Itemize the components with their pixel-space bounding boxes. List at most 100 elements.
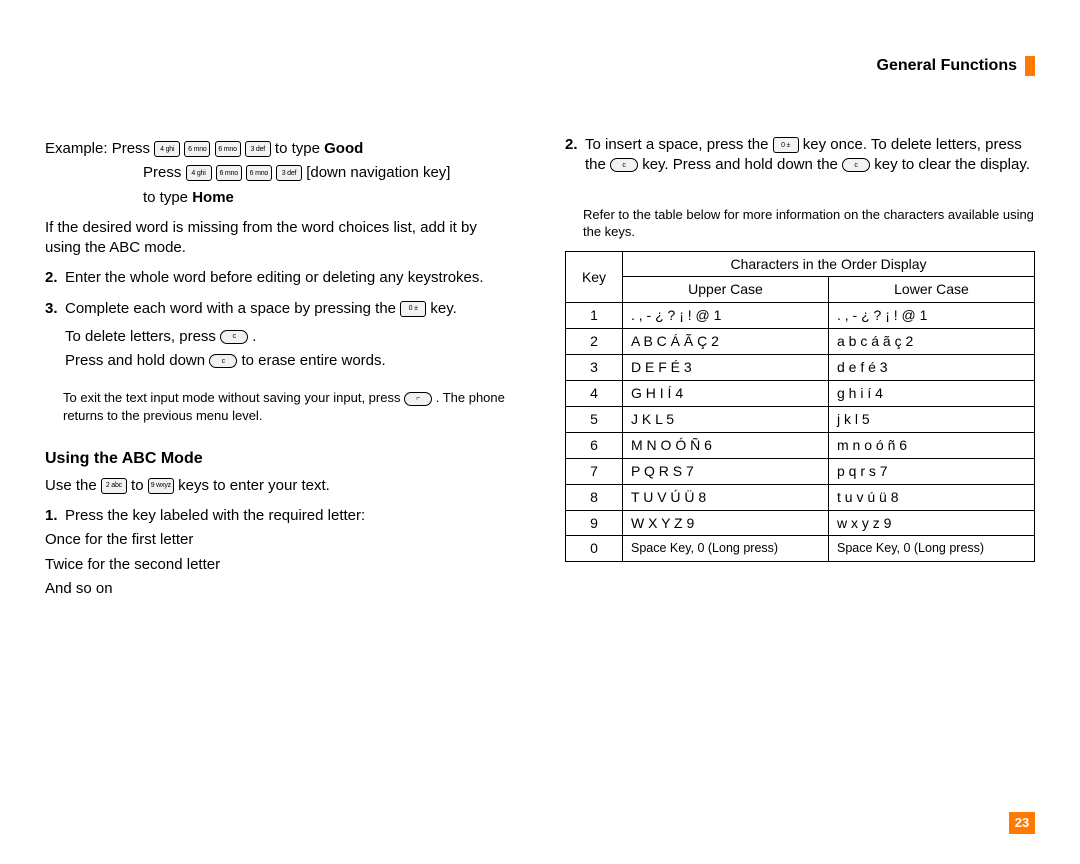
- abc-list-item-1: 1. Press the key labeled with the requir…: [45, 506, 515, 526]
- cell-key: 9: [566, 510, 623, 536]
- table-row: 0Space Key, 0 (Long press)Space Key, 0 (…: [566, 536, 1035, 562]
- erase-words-line: Press and hold down c to erase entire wo…: [65, 351, 515, 371]
- character-table: Key Characters in the Order Display Uppe…: [565, 251, 1035, 563]
- th-lower: Lower Case: [829, 277, 1035, 303]
- cell-key: 1: [566, 303, 623, 329]
- key-6-icon: 6 mno: [216, 165, 242, 181]
- left-column: Example: Press 4 ghi 6 mno 6 mno 3 def t…: [45, 135, 515, 603]
- table-row: 6M N O Ó Ñ 6m n o ó ñ 6: [566, 432, 1035, 458]
- key-2-icon: 2 abc: [101, 478, 127, 494]
- cell-upper: M N O Ó Ñ 6: [623, 432, 829, 458]
- example-line-1: Example: Press 4 ghi 6 mno 6 mno 3 def t…: [45, 139, 515, 159]
- table-body: 1. , - ¿ ? ¡ ! @ 1. , - ¿ ? ¡ ! @ 1 2A B…: [566, 303, 1035, 562]
- cell-key: 5: [566, 406, 623, 432]
- list-item-3: 3. Complete each word with a space by pr…: [45, 299, 515, 319]
- cell-upper: G H I Í 4: [623, 381, 829, 407]
- key-c-icon: c: [209, 354, 237, 368]
- cell-lower: w x y z 9: [829, 510, 1035, 536]
- text: To delete letters, press: [65, 328, 216, 345]
- missing-word-note: If the desired word is missing from the …: [45, 218, 515, 259]
- cell-key: 4: [566, 381, 623, 407]
- item-text: Press the key labeled with the required …: [65, 506, 515, 526]
- key-c-icon: c: [220, 330, 248, 344]
- right-list-item-2: 2. To insert a space, press the 0 ± key …: [565, 135, 1035, 176]
- header-accent-bar: [1025, 56, 1035, 76]
- cell-key: 3: [566, 355, 623, 381]
- item-number: 1.: [45, 506, 65, 526]
- key-4-icon: 4 ghi: [186, 165, 212, 181]
- header-title: General Functions: [877, 55, 1017, 77]
- content-columns: Example: Press 4 ghi 6 mno 6 mno 3 def t…: [45, 135, 1035, 603]
- text: [down navigation key]: [306, 164, 450, 181]
- page-header: General Functions: [877, 55, 1035, 77]
- cell-upper: W X Y Z 9: [623, 510, 829, 536]
- label: Press: [143, 164, 181, 181]
- key-6-icon: 6 mno: [184, 141, 210, 157]
- abc-mode-heading: Using the ABC Mode: [45, 448, 515, 470]
- item-text: To insert a space, press the 0 ± key onc…: [585, 135, 1035, 176]
- text: to type: [275, 140, 320, 157]
- cell-lower: a b c á ã ç 2: [829, 329, 1035, 355]
- example-line-2: Press 4 ghi 6 mno 6 mno 3 def [down navi…: [143, 163, 515, 183]
- key-end-icon: ⌐: [404, 392, 432, 406]
- text: .: [252, 328, 256, 345]
- abc-use-line: Use the 2 abc to 9 wxyz keys to enter yo…: [45, 476, 515, 496]
- th-key: Key: [566, 251, 623, 303]
- text: key.: [430, 300, 456, 317]
- cell-upper: . , - ¿ ? ¡ ! @ 1: [623, 303, 829, 329]
- text: To insert a space, press the: [585, 136, 768, 153]
- key-c-icon: c: [610, 158, 638, 172]
- key-c-icon: c: [842, 158, 870, 172]
- text: To exit the text input mode without savi…: [63, 390, 400, 405]
- cell-key: 0: [566, 536, 623, 562]
- text: Use the: [45, 477, 97, 494]
- text: to erase entire words.: [241, 352, 385, 369]
- item-number: 3.: [45, 299, 65, 319]
- cell-upper: A B C Á Ã Ç 2: [623, 329, 829, 355]
- table-row: 4G H I Í 4g h i í 4: [566, 381, 1035, 407]
- word-home: Home: [192, 189, 234, 206]
- key-6-icon: 6 mno: [246, 165, 272, 181]
- cell-lower: . , - ¿ ? ¡ ! @ 1: [829, 303, 1035, 329]
- key-0-icon: 0 ±: [400, 301, 426, 317]
- page: General Functions Example: Press 4 ghi 6…: [0, 0, 1080, 864]
- item-number: 2.: [45, 268, 65, 288]
- text: key to clear the display.: [874, 156, 1030, 173]
- cell-upper: P Q R S 7: [623, 458, 829, 484]
- key-9-icon: 9 wxyz: [148, 478, 174, 494]
- table-row: 8T U V Ú Ü 8t u v ú ü 8: [566, 484, 1035, 510]
- cell-key: 2: [566, 329, 623, 355]
- item-text: Complete each word with a space by press…: [65, 299, 515, 319]
- cell-lower: m n o ó ñ 6: [829, 432, 1035, 458]
- exit-note: To exit the text input mode without savi…: [45, 389, 515, 424]
- page-number-badge: 23: [1009, 812, 1035, 834]
- text: Press and hold down: [65, 352, 205, 369]
- key-6-icon: 6 mno: [215, 141, 241, 157]
- table-row: 2A B C Á Ã Ç 2a b c á ã ç 2: [566, 329, 1035, 355]
- text: keys to enter your text.: [178, 477, 330, 494]
- key-4-icon: 4 ghi: [154, 141, 180, 157]
- key-3-icon: 3 def: [276, 165, 302, 181]
- item-text: Enter the whole word before editing or d…: [65, 268, 515, 288]
- delete-letters-line: To delete letters, press c .: [65, 327, 515, 347]
- cell-upper: D E F É 3: [623, 355, 829, 381]
- abc-once-line: Once for the first letter: [45, 530, 515, 550]
- text: key. Press and hold down the: [642, 156, 838, 173]
- cell-upper: J K L 5: [623, 406, 829, 432]
- table-row: 3D E F É 3d e f é 3: [566, 355, 1035, 381]
- list-item-2: 2. Enter the whole word before editing o…: [45, 268, 515, 288]
- example-line-3: to type Home: [143, 188, 515, 208]
- item-number: 2.: [565, 135, 585, 176]
- cell-lower: p q r s 7: [829, 458, 1035, 484]
- cell-key: 6: [566, 432, 623, 458]
- text: Complete each word with a space by press…: [65, 300, 396, 317]
- table-row: 5J K L 5j k l 5: [566, 406, 1035, 432]
- table-note: Refer to the table below for more inform…: [583, 206, 1035, 241]
- word-good: Good: [324, 140, 363, 157]
- cell-lower: g h i í 4: [829, 381, 1035, 407]
- cell-upper: Space Key, 0 (Long press): [623, 536, 829, 562]
- cell-lower: Space Key, 0 (Long press): [829, 536, 1035, 562]
- cell-key: 8: [566, 484, 623, 510]
- cell-upper: T U V Ú Ü 8: [623, 484, 829, 510]
- cell-lower: t u v ú ü 8: [829, 484, 1035, 510]
